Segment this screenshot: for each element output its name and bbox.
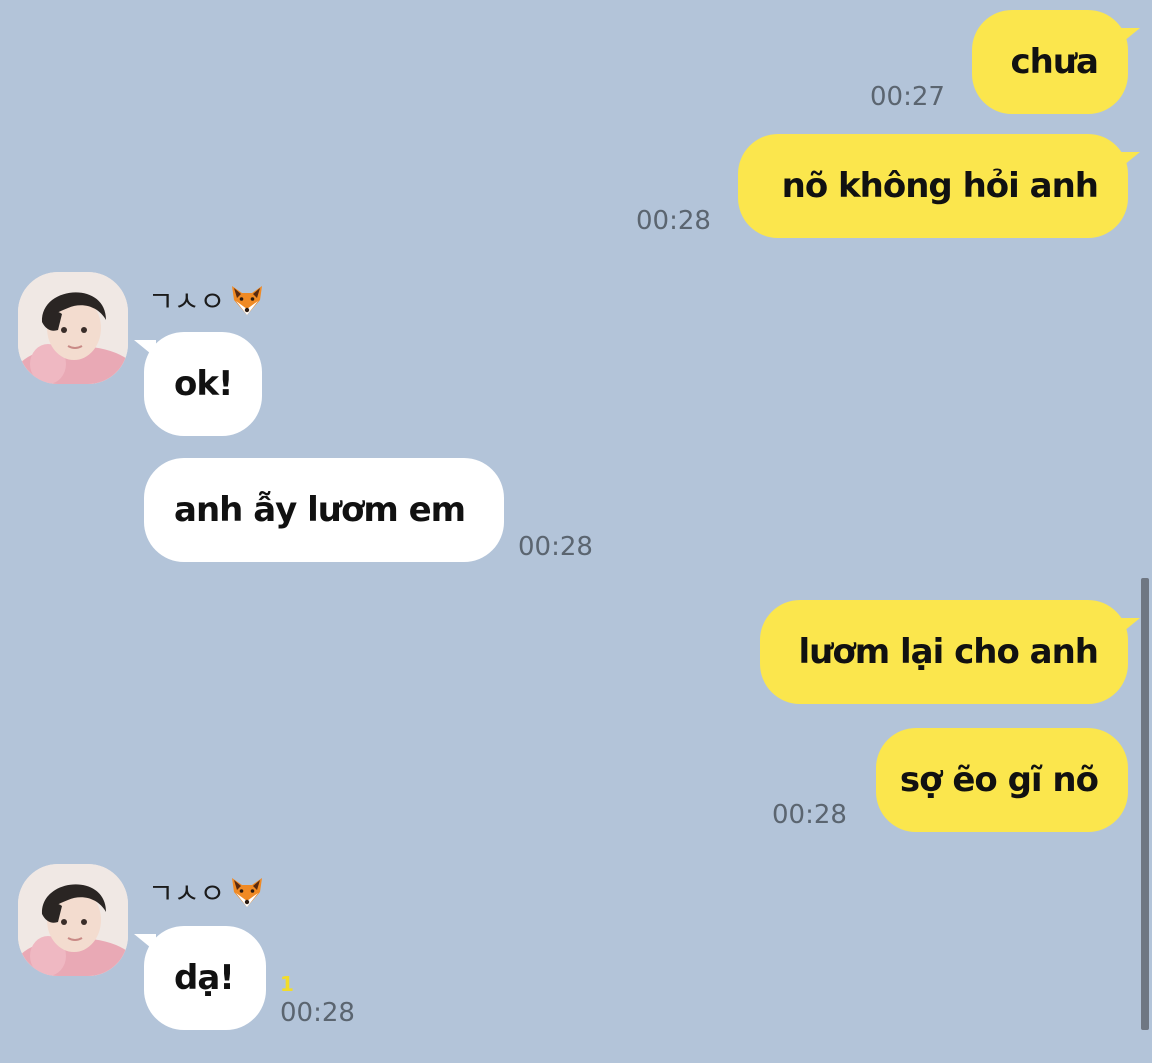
message-time: 00:28 — [636, 206, 711, 236]
outgoing-message[interactable]: lươm lại cho anh — [760, 600, 1128, 704]
bubble-tail — [1118, 618, 1140, 636]
sender-name-text: ㄱㅅㅇ — [148, 285, 226, 318]
bubble-tail — [1118, 28, 1140, 46]
fox-face-icon — [232, 878, 263, 907]
scrollbar[interactable] — [1141, 578, 1149, 1030]
message-text: anh ẫy lươm em — [174, 490, 466, 530]
sender-avatar[interactable] — [18, 272, 128, 384]
sender-name: ㄱㅅㅇ — [148, 872, 265, 912]
sender-name: ㄱㅅㅇ — [148, 280, 265, 320]
message-text: ok! — [174, 364, 233, 404]
message-text: chưa — [1010, 42, 1099, 82]
outgoing-message[interactable]: sợ ẽo gĩ nõ — [876, 728, 1128, 832]
avatar-image — [18, 864, 128, 976]
bubble-tail — [1118, 152, 1140, 170]
incoming-message[interactable]: dạ! — [144, 926, 266, 1030]
message-text: sợ ẽo gĩ nõ — [899, 760, 1099, 800]
message-text: dạ! — [174, 958, 235, 998]
bubble-tail — [134, 340, 156, 358]
message-time: 00:28 — [772, 800, 847, 830]
avatar-image — [18, 272, 128, 384]
message-text: nõ không hỏi anh — [781, 166, 1099, 206]
message-text: lươm lại cho anh — [798, 632, 1099, 672]
incoming-message[interactable]: anh ẫy lươm em — [144, 458, 504, 562]
unread-count: 1 — [280, 972, 294, 996]
message-time: 00:28 — [280, 998, 355, 1028]
sender-avatar[interactable] — [18, 864, 128, 976]
message-time: 00:28 — [518, 532, 593, 562]
sender-name-text: ㄱㅅㅇ — [148, 877, 226, 910]
outgoing-message[interactable]: nõ không hỏi anh — [738, 134, 1128, 238]
chat-window[interactable]: chưa 00:27 nõ không hỏi anh 00:28 ㄱㅅㅇ ok… — [0, 0, 1152, 1063]
bubble-tail — [134, 934, 156, 952]
fox-face-icon — [232, 286, 263, 315]
outgoing-message[interactable]: chưa — [972, 10, 1128, 114]
message-time: 00:27 — [870, 82, 945, 112]
incoming-message[interactable]: ok! — [144, 332, 262, 436]
